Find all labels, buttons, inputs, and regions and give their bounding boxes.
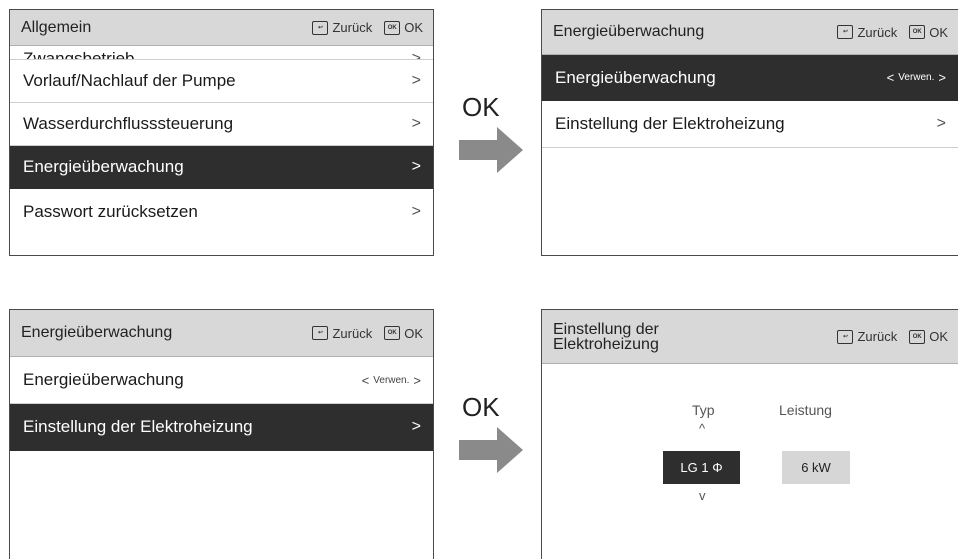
chevron-right-icon: > (411, 158, 421, 175)
list-item-password[interactable]: Passwort zurücksetzen > (10, 190, 433, 233)
chevron-right-icon[interactable]: > (413, 373, 421, 388)
list-item-label: Energieüberwachung (23, 370, 184, 389)
back-button[interactable]: ↩ Zurück (312, 20, 372, 35)
panel-header: Energieüberwachung ↩ Zurück OK OK (10, 310, 433, 357)
chevron-right-icon: > (411, 115, 421, 132)
ok-label: OK (929, 24, 948, 40)
ok-button[interactable]: OK OK (909, 25, 948, 40)
back-label: Zurück (857, 24, 898, 40)
panel-title: Einstellung der Elektroheizung (553, 321, 825, 353)
panel-general-menu: Allgemein ↩ Zurück OK OK Zwangsbetrieb >… (9, 9, 434, 256)
list-item-pump[interactable]: Vorlauf/Nachlauf der Pumpe > (10, 60, 433, 103)
panel-energy-monitoring-2: Energieüberwachung ↩ Zurück OK OK Energi… (9, 309, 434, 559)
back-icon: ↩ (312, 326, 329, 340)
panel-title: Allgemein (21, 18, 92, 36)
back-icon: ↩ (312, 20, 329, 35)
leistung-value[interactable]: 6 kW (782, 451, 850, 484)
list-item-label: Wasserdurchflusssteuerung (23, 114, 234, 133)
chevron-right-icon: > (411, 72, 421, 89)
value-selector[interactable]: < Verwen. > (887, 70, 946, 85)
back-label: Zurück (857, 329, 898, 344)
caret-up-icon[interactable]: ^ (699, 421, 705, 436)
chevron-right-icon: > (411, 50, 421, 60)
ok-icon: OK (909, 329, 926, 344)
panel-header: Allgemein ↩ Zurück OK OK (10, 10, 433, 46)
list-item-label: Einstellung der Elektroheizung (555, 114, 785, 133)
panel-title-line2: Elektroheizung (553, 335, 659, 353)
panel-title: Energieüberwachung (21, 324, 173, 341)
typ-label: Typ (692, 402, 715, 418)
arrow-right-icon (459, 427, 523, 473)
list-item-label: Energieüberwachung (23, 157, 184, 176)
panel-header: Einstellung der Elektroheizung ↩ Zurück … (542, 310, 958, 364)
value-text: Verwen. (898, 72, 935, 83)
list-item-partial[interactable]: Zwangsbetrieb > (10, 46, 433, 60)
list-item-label: Vorlauf/Nachlauf der Pumpe (23, 71, 236, 90)
chevron-left-icon[interactable]: < (887, 70, 895, 85)
list-item-label: Energieüberwachung (555, 67, 716, 87)
value-text: Verwen. (373, 374, 410, 386)
list-item-label: Einstellung der Elektroheizung (23, 417, 253, 436)
ok-icon: OK (384, 20, 401, 35)
panel-energy-monitoring: Energieüberwachung ↩ Zurück OK OK Energi… (541, 9, 958, 256)
ok-label: OK (929, 329, 948, 344)
back-label: Zurück (332, 20, 373, 35)
back-icon: ↩ (837, 25, 854, 39)
list-item-electric-heater[interactable]: Einstellung der Elektroheizung > (542, 101, 958, 148)
typ-selector[interactable]: LG 1 Φ (663, 451, 740, 484)
chevron-right-icon: > (411, 418, 421, 435)
ok-icon: OK (384, 326, 401, 340)
ok-icon: OK (909, 25, 926, 39)
back-label: Zurück (332, 325, 373, 341)
list-item-electric-heater[interactable]: Einstellung der Elektroheizung > (10, 404, 433, 451)
list-item-energy-monitoring[interactable]: Energieüberwachung < Verwen. > (542, 55, 958, 101)
ok-step-label: OK (462, 92, 500, 122)
panel-header: Energieüberwachung ↩ Zurück OK OK (542, 10, 958, 55)
chevron-right-icon: > (411, 202, 421, 220)
back-button[interactable]: ↩ Zurück (837, 329, 897, 344)
ok-button[interactable]: OK OK (384, 20, 423, 35)
caret-down-icon[interactable]: v (699, 488, 706, 503)
list-item-waterflow[interactable]: Wasserdurchflusssteuerung > (10, 103, 433, 146)
list-item-label: Passwort zurücksetzen (23, 201, 198, 221)
back-button[interactable]: ↩ Zurück (312, 326, 372, 341)
list-item-label: Zwangsbetrieb (23, 49, 135, 60)
list-item-energy[interactable]: Energieüberwachung > (10, 146, 433, 189)
ok-button[interactable]: OK OK (384, 326, 423, 341)
chevron-left-icon[interactable]: < (362, 373, 370, 388)
ok-button[interactable]: OK OK (909, 329, 948, 344)
chevron-right-icon[interactable]: > (938, 70, 946, 85)
ok-label: OK (404, 20, 423, 35)
panel-electric-heater-settings: Einstellung der Elektroheizung ↩ Zurück … (541, 309, 958, 559)
panel-title: Energieüberwachung (553, 23, 705, 40)
leistung-label: Leistung (779, 402, 832, 418)
list-item-energy-monitoring[interactable]: Energieüberwachung < Verwen. > (10, 357, 433, 404)
ok-step-label: OK (462, 392, 500, 422)
back-icon: ↩ (837, 329, 854, 344)
back-button[interactable]: ↩ Zurück (837, 25, 897, 40)
ok-label: OK (404, 325, 423, 341)
chevron-right-icon: > (936, 115, 946, 132)
value-selector[interactable]: < Verwen. > (362, 373, 421, 388)
arrow-right-icon (459, 127, 523, 173)
